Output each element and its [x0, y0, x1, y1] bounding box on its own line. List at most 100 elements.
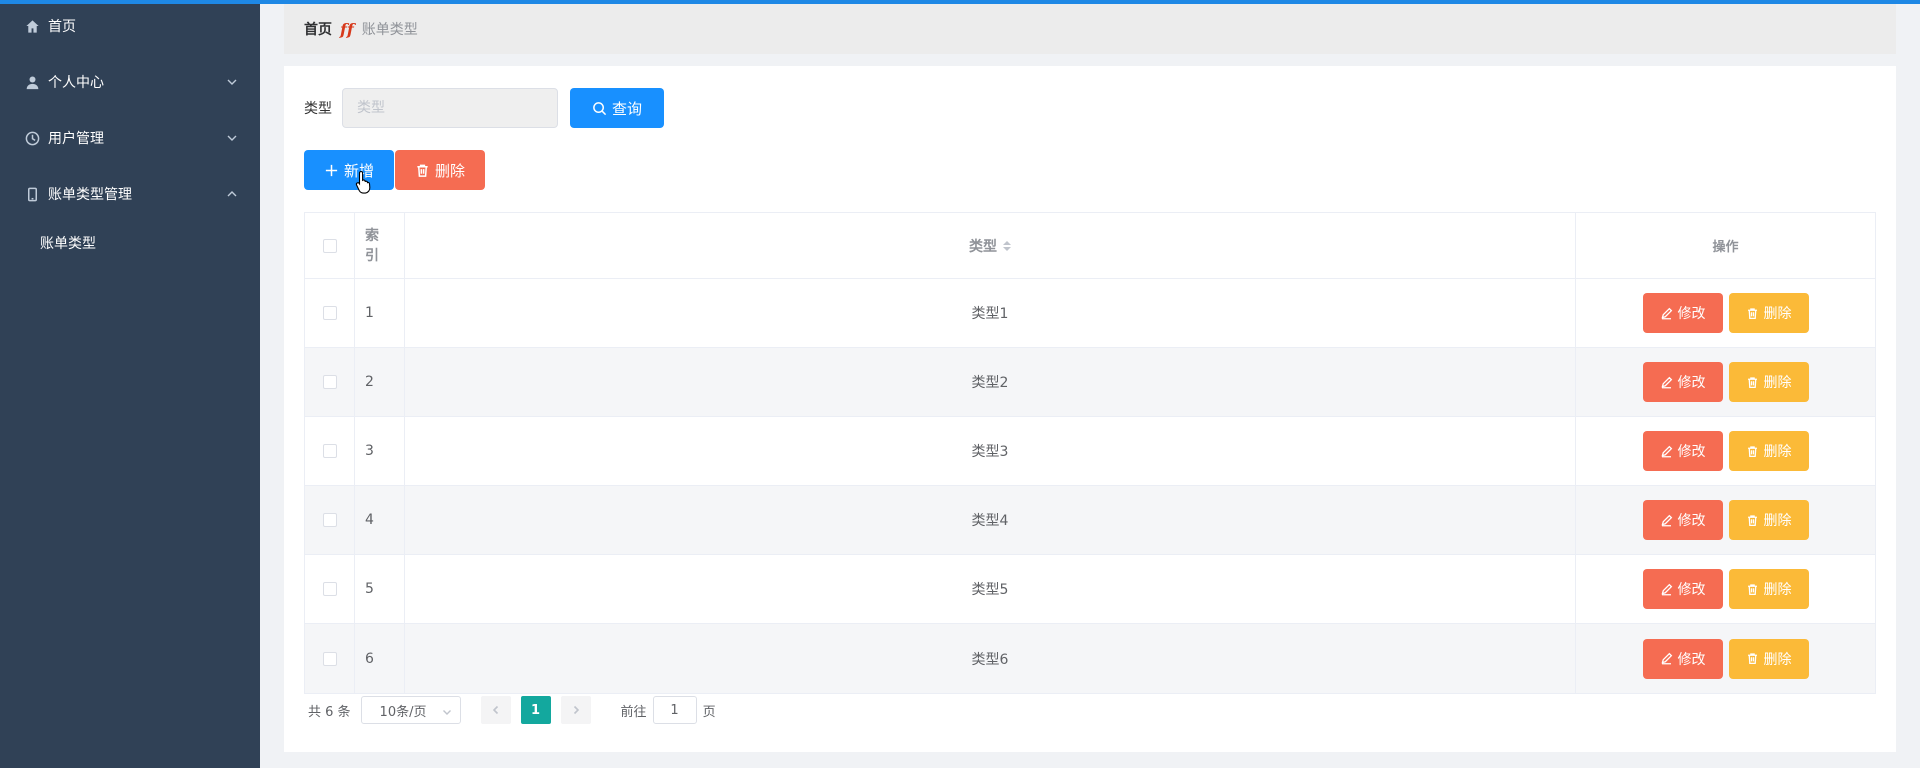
submenu-item-bill-type[interactable]: 账单类型	[0, 218, 260, 268]
submenu-item-label: 账单类型	[40, 236, 96, 252]
trash-icon	[417, 164, 428, 177]
breadcrumb-current: 账单类型	[361, 22, 418, 38]
row-operations: 修改 删除	[1576, 624, 1875, 693]
edit-button[interactable]: 修改	[1642, 293, 1723, 333]
row-delete-button-label: 删除	[1763, 513, 1792, 529]
chevron-left-icon	[492, 705, 498, 715]
header-index-label: 索 引	[365, 227, 379, 264]
edit-button-label: 修改	[1677, 375, 1706, 391]
batch-delete-button[interactable]: 删除	[395, 150, 485, 190]
data-table: 索 引 类型 操作 1 类型1 修改 删除 2 类型2 修改 删除 3 类型3 修改 删除 4 类型4 修改…	[304, 212, 1876, 694]
select-all-checkbox[interactable]	[322, 238, 337, 253]
mouse-cursor-icon	[355, 170, 371, 194]
sidebar-item-label: 首页	[48, 19, 76, 35]
row-checkbox[interactable]	[322, 306, 337, 320]
edit-button[interactable]: 修改	[1642, 500, 1723, 540]
search-icon	[593, 101, 607, 115]
sidebar-item-user-management[interactable]: 用户管理	[0, 110, 260, 166]
trash-icon	[1747, 514, 1757, 526]
row-delete-button-label: 删除	[1763, 375, 1792, 391]
edit-button-label: 修改	[1677, 444, 1706, 460]
row-check-cell	[305, 555, 355, 623]
clock-icon	[24, 130, 40, 146]
sidebar-item-home[interactable]: 首页	[0, 0, 260, 54]
header-operation-label: 操作	[1712, 240, 1739, 255]
sidebar-item-label: 用户管理	[48, 131, 104, 147]
header-index: 索 引	[355, 213, 405, 278]
edit-icon	[1660, 652, 1672, 665]
plus-icon	[325, 164, 338, 176]
sidebar: 首页 个人中心 用户管理 账单类型管理 账单类型	[0, 4, 260, 768]
edit-button-label: 修改	[1677, 651, 1706, 668]
row-type: 类型4	[405, 486, 1576, 554]
chevron-down-icon	[442, 706, 452, 716]
main-content: 首页 𝒇𝒇 账单类型 类型 查询 新增 删除	[260, 4, 1920, 768]
prev-page-button[interactable]	[480, 696, 511, 724]
content-panel: 类型 查询 新增 删除 索 引	[284, 66, 1896, 752]
row-delete-button-label: 删除	[1763, 651, 1792, 668]
row-checkbox[interactable]	[322, 651, 337, 666]
edit-button[interactable]: 修改	[1642, 362, 1723, 402]
row-type: 类型1	[405, 279, 1576, 347]
page-size-select[interactable]: 10条/页	[360, 696, 461, 724]
row-delete-button[interactable]: 删除	[1728, 569, 1809, 609]
sidebar-item-bill-type-management[interactable]: 账单类型管理	[0, 166, 260, 222]
chevron-right-icon	[573, 705, 579, 715]
header-type-label: 类型	[969, 238, 997, 255]
table-header-row: 索 引 类型 操作	[305, 213, 1875, 279]
edit-button[interactable]: 修改	[1642, 569, 1723, 609]
edit-button[interactable]: 修改	[1642, 431, 1723, 471]
chevron-down-icon	[226, 76, 238, 88]
header-type[interactable]: 类型	[405, 213, 1576, 278]
goto-suffix: 页	[702, 704, 716, 720]
row-checkbox[interactable]	[322, 375, 337, 389]
chevron-up-icon	[226, 188, 238, 200]
phone-icon	[24, 186, 40, 202]
edit-icon	[1660, 307, 1672, 319]
row-checkbox[interactable]	[322, 582, 337, 596]
row-delete-button[interactable]: 删除	[1728, 431, 1809, 471]
sidebar-item-personal-center[interactable]: 个人中心	[0, 54, 260, 110]
row-checkbox[interactable]	[322, 513, 337, 527]
edit-button-label: 修改	[1677, 306, 1706, 322]
row-operations: 修改 删除	[1576, 279, 1875, 347]
trash-icon	[1747, 376, 1757, 388]
breadcrumb: 首页 𝒇𝒇 账单类型	[284, 4, 1896, 54]
next-page-button[interactable]	[560, 696, 591, 724]
pagination-total: 共 6 条	[308, 704, 351, 720]
delete-button-label: 删除	[434, 161, 465, 180]
row-index: 1	[355, 279, 405, 347]
row-delete-button[interactable]: 删除	[1728, 638, 1809, 679]
page-size-value: 10条/页	[379, 704, 427, 720]
row-type: 类型3	[405, 417, 1576, 485]
row-delete-button[interactable]: 删除	[1728, 500, 1809, 540]
row-index: 4	[355, 486, 405, 554]
edit-icon	[1660, 445, 1672, 457]
goto-page-input[interactable]: 1	[652, 696, 697, 724]
user-icon	[24, 74, 40, 90]
row-delete-button[interactable]: 删除	[1728, 293, 1809, 333]
add-button[interactable]: 新增	[304, 150, 394, 190]
table-row: 2 类型2 修改 删除	[305, 348, 1875, 417]
sort-icon[interactable]	[1003, 240, 1011, 251]
chevron-down-icon	[226, 132, 238, 144]
search-input[interactable]	[342, 88, 558, 128]
row-type: 类型5	[405, 555, 1576, 623]
goto-page: 前往 1 页	[621, 696, 716, 724]
edit-button[interactable]: 修改	[1642, 638, 1723, 679]
row-check-cell	[305, 279, 355, 347]
table-row: 6 类型6 修改 删除	[305, 624, 1875, 693]
page-number-current[interactable]: 1	[520, 696, 551, 724]
row-index: 5	[355, 555, 405, 623]
row-checkbox[interactable]	[322, 444, 337, 458]
row-check-cell	[305, 486, 355, 554]
query-button[interactable]: 查询	[570, 88, 664, 128]
breadcrumb-home[interactable]: 首页	[304, 19, 332, 39]
row-delete-button-label: 删除	[1763, 306, 1792, 322]
row-type: 类型2	[405, 348, 1576, 416]
row-index: 6	[355, 624, 405, 693]
row-delete-button[interactable]: 删除	[1728, 362, 1809, 402]
breadcrumb-separator: 𝒇𝒇	[340, 19, 354, 39]
row-delete-button-label: 删除	[1763, 582, 1792, 598]
row-check-cell	[305, 417, 355, 485]
